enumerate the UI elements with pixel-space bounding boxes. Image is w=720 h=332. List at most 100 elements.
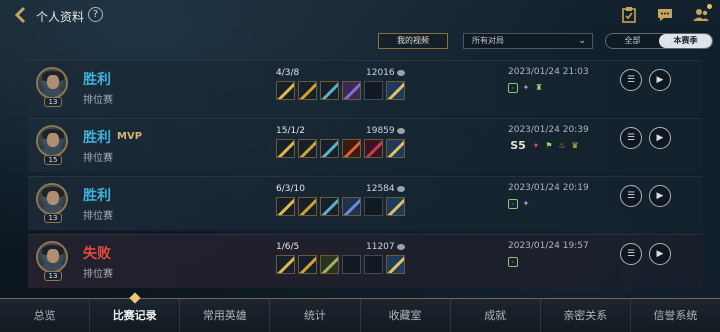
match-row[interactable]: 13 胜利 排位赛 4/3/8 12016 2023/01/24 21:03 ·… xyxy=(28,60,702,114)
item-slot xyxy=(320,81,339,100)
item-slot xyxy=(276,197,295,216)
details-list-button[interactable]: ☰ xyxy=(620,69,642,91)
nav-credit-system[interactable]: 信誉系统 xyxy=(631,299,720,332)
season-tab-all[interactable]: 全部 xyxy=(606,34,659,48)
mode-select[interactable]: 所有对局 ⌄ xyxy=(463,33,593,49)
match-kda: 6/3/10 xyxy=(276,184,305,194)
match-result: 胜利 xyxy=(83,188,111,204)
details-list-button[interactable]: ☰ xyxy=(620,243,642,265)
item-slot xyxy=(276,81,295,100)
item-slot xyxy=(298,255,317,274)
mode-select-value: 所有对局 xyxy=(472,36,504,45)
item-slot-empty xyxy=(342,255,361,274)
nav-favorite-heroes[interactable]: 常用英雄 xyxy=(180,299,271,332)
season-tab-current[interactable]: 本赛季 xyxy=(659,34,712,48)
item-bar xyxy=(276,81,405,100)
clipboard-icon[interactable] xyxy=(620,6,638,24)
wings-icon: ✦ xyxy=(532,141,540,150)
level-badge: 15 xyxy=(44,155,62,165)
match-kda: 4/3/8 xyxy=(276,68,300,78)
match-date: 2023/01/24 21:03 xyxy=(508,67,589,77)
hero-avatar: 13 xyxy=(36,67,70,107)
wings-icon: ✦ xyxy=(522,199,530,208)
replay-button[interactable]: ▶ xyxy=(649,69,671,91)
nav-achievements[interactable]: 成就 xyxy=(451,299,541,332)
match-row[interactable]: 13 胜利 排位赛 6/3/10 12584 2023/01/24 20:19 … xyxy=(28,176,702,230)
trinket-slot xyxy=(386,81,405,100)
match-gold: 11207 xyxy=(366,242,405,252)
crown-icon: ♛ xyxy=(571,141,579,150)
bottom-nav: 总览 比赛记录 常用英雄 统计 收藏室 成就 亲密关系 信誉系统 xyxy=(0,298,720,332)
nav-match-history[interactable]: 比赛记录 xyxy=(90,299,181,332)
item-bar xyxy=(276,255,405,274)
item-slot xyxy=(320,197,339,216)
level-badge: 13 xyxy=(44,97,62,107)
achievement-badges: S5 ✦ ⚑ ♨ ♛ xyxy=(508,139,580,152)
match-row[interactable]: 15 胜利 MVP 排位赛 15/1/2 19859 2023/01/24 20… xyxy=(28,118,702,172)
achievement-badges: · ✦ ♜ xyxy=(508,83,544,93)
match-mode: 排位赛 xyxy=(83,269,113,280)
gold-icon xyxy=(396,243,405,250)
item-slot xyxy=(298,197,317,216)
match-result: 胜利 xyxy=(83,130,111,146)
item-slot xyxy=(276,139,295,158)
shield-icon: · xyxy=(508,199,518,209)
trinket-slot xyxy=(386,197,405,216)
match-result: 失败 xyxy=(83,246,111,262)
friends-icon[interactable] xyxy=(692,4,712,24)
level-badge: 13 xyxy=(44,271,62,281)
match-gold: 12016 xyxy=(366,68,405,78)
season-toggle[interactable]: 全部 本赛季 xyxy=(605,33,713,49)
page-title: 个人资料 xyxy=(36,10,85,24)
nav-stats[interactable]: 统计 xyxy=(270,299,361,332)
hero-avatar: 13 xyxy=(36,183,70,223)
trinket-slot xyxy=(386,255,405,274)
match-row[interactable]: 13 失败 排位赛 1/6/5 11207 2023/01/24 19:57 ·… xyxy=(28,234,702,288)
achievement-badges: · xyxy=(508,257,518,267)
match-mode: 排位赛 xyxy=(83,211,113,222)
hero-avatar: 15 xyxy=(36,125,70,165)
item-bar xyxy=(276,197,405,216)
replay-button[interactable]: ▶ xyxy=(649,243,671,265)
trinket-slot xyxy=(386,139,405,158)
mvp-label: MVP xyxy=(117,131,143,142)
item-slot xyxy=(320,139,339,158)
match-gold: 19859 xyxy=(366,126,405,136)
match-mode: 排位赛 xyxy=(83,95,113,106)
details-list-button[interactable]: ☰ xyxy=(620,127,642,149)
match-gold: 12584 xyxy=(366,184,405,194)
gold-icon xyxy=(396,185,405,192)
match-date: 2023/01/24 20:39 xyxy=(508,125,589,135)
item-slot xyxy=(320,255,339,274)
item-slot xyxy=(298,139,317,158)
item-bar xyxy=(276,139,405,158)
match-result: 胜利 xyxy=(83,72,111,88)
flag-icon: ⚑ xyxy=(545,141,553,150)
match-date: 2023/01/24 20:19 xyxy=(508,183,589,193)
replay-button[interactable]: ▶ xyxy=(649,127,671,149)
shield-icon: · xyxy=(508,83,518,93)
item-slot-empty xyxy=(364,81,383,100)
item-slot xyxy=(298,81,317,100)
details-list-button[interactable]: ☰ xyxy=(620,185,642,207)
chevron-down-icon: ⌄ xyxy=(578,36,586,46)
item-slot xyxy=(342,81,361,100)
dragon-icon: ♨ xyxy=(558,141,566,150)
back-arrow-icon[interactable] xyxy=(12,6,30,24)
match-kda: 1/6/5 xyxy=(276,242,300,252)
help-icon[interactable]: ? xyxy=(88,7,103,22)
match-mode: 排位赛 xyxy=(83,153,113,164)
nav-relationships[interactable]: 亲密关系 xyxy=(541,299,631,332)
gold-icon xyxy=(396,69,405,76)
item-slot xyxy=(342,139,361,158)
notification-dot xyxy=(707,4,712,9)
nav-collection[interactable]: 收藏室 xyxy=(361,299,451,332)
match-kda: 15/1/2 xyxy=(276,126,305,136)
replay-button[interactable]: ▶ xyxy=(649,185,671,207)
achievement-badges: · ✦ xyxy=(508,199,531,209)
rank-label: S5 xyxy=(510,139,526,152)
chat-icon[interactable] xyxy=(656,6,674,24)
my-video-button[interactable]: 我的视频 xyxy=(378,33,448,49)
nav-overview[interactable]: 总览 xyxy=(0,299,91,332)
top-bar: 个人资料 ? xyxy=(0,0,720,30)
